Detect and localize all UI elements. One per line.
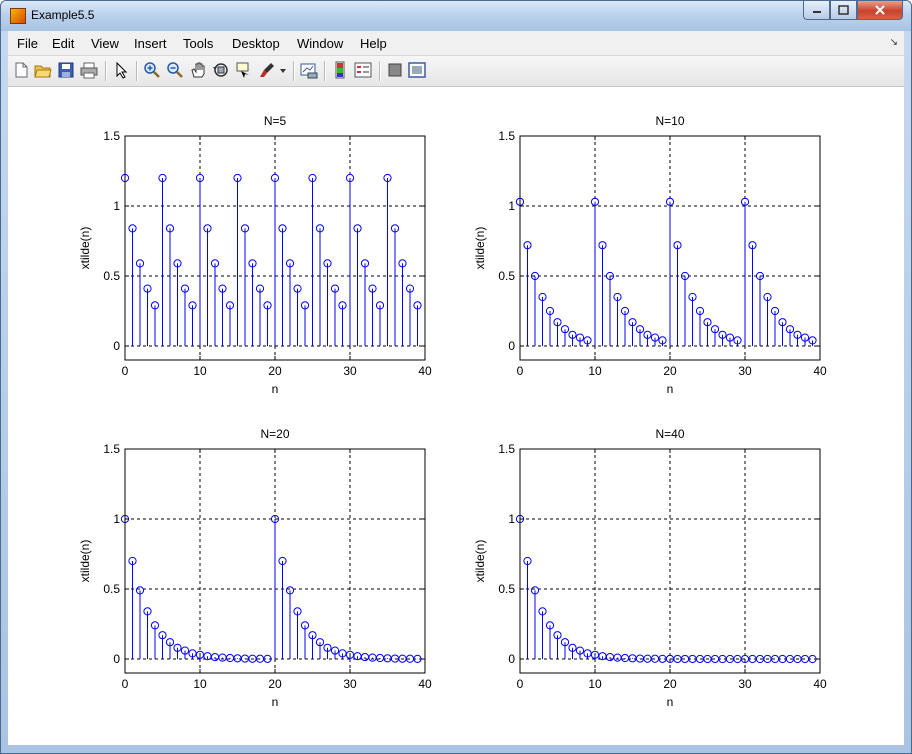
toolbar-separator (136, 61, 138, 81)
subplot-3: 0 10 20 30 40 0 0.5 1 1.5 N=20 n xtilde(n) (78, 427, 432, 709)
y-tick-label: 0.5 (103, 582, 120, 596)
subplot-1: 0 10 20 30 40 0 0.5 1 1.5 N=5 n xtilde(n) (78, 114, 432, 396)
x-tick-label: 40 (813, 364, 827, 378)
x-tick-label: 20 (663, 677, 677, 691)
plot-area: 0 10 20 30 4000.511.5N=5nxtilde(n)0 10 20 30 400… (78, 114, 827, 709)
show-plot-tools-icon[interactable] (408, 61, 426, 79)
x-tick-label: 0 (517, 364, 524, 378)
menu-desktop[interactable]: Desktop (232, 36, 280, 51)
link-plot-icon[interactable] (300, 61, 318, 79)
x-tick-label: 10 (193, 364, 207, 378)
y-tick-label: 0.5 (498, 582, 515, 596)
brush-dropdown-icon[interactable] (278, 61, 288, 79)
x-axis-label: n (272, 382, 279, 396)
figure-window: Example5.5 File Edit View Insert Tools D… (0, 0, 912, 754)
toolbar-separator (379, 61, 381, 81)
menu-tools[interactable]: Tools (183, 36, 213, 51)
x-tick-label: 40 (418, 364, 432, 378)
y-tick-label: 1 (508, 512, 515, 526)
open-file-icon[interactable] (34, 61, 52, 79)
y-tick-label: 0 (113, 339, 120, 353)
x-tick-label: 30 (738, 364, 752, 378)
new-figure-icon[interactable] (12, 61, 30, 79)
data-cursor-icon[interactable] (235, 61, 253, 79)
toolbar-separator (324, 61, 326, 81)
x-tick-label: 0 (122, 364, 129, 378)
x-tick-label: 40 (813, 677, 827, 691)
subplot-2: 0 10 20 30 40 0 0.5 1 1.5 N=10 n xtilde(n) (473, 114, 827, 396)
subplot-title: N=10 (655, 114, 684, 128)
y-tick-label: 0.5 (103, 269, 120, 283)
save-icon[interactable] (57, 61, 75, 79)
zoom-out-icon[interactable] (166, 61, 184, 79)
x-axis-label: n (272, 695, 279, 709)
x-tick-label: 0 (122, 677, 129, 691)
menu-help[interactable]: Help (360, 36, 387, 51)
menu-bar: File Edit View Insert Tools Desktop Wind… (8, 31, 904, 56)
insert-legend-icon[interactable] (354, 61, 372, 79)
y-axis-label: xtilde(n) (78, 540, 92, 583)
y-tick-label: 0 (508, 652, 515, 666)
y-tick-label: 1.5 (498, 129, 515, 143)
x-tick-label: 20 (268, 364, 282, 378)
title-bar[interactable]: Example5.5 (1, 1, 911, 31)
x-tick-label: 20 (663, 364, 677, 378)
x-axis-label: n (667, 382, 674, 396)
x-tick-label: 30 (343, 677, 357, 691)
y-tick-label: 0 (508, 339, 515, 353)
subplot-title: N=40 (655, 427, 684, 441)
toolbar-separator (293, 61, 295, 81)
subplot-title: N=20 (260, 427, 289, 441)
x-tick-label: 0 (517, 677, 524, 691)
y-tick-label: 1 (113, 512, 120, 526)
toolbar-separator (105, 61, 107, 81)
y-tick-label: 1.5 (103, 129, 120, 143)
menu-insert[interactable]: Insert (134, 36, 167, 51)
menu-view[interactable]: View (91, 36, 119, 51)
x-tick-label: 10 (193, 677, 207, 691)
zoom-in-icon[interactable] (143, 61, 161, 79)
maximize-button[interactable] (830, 1, 857, 20)
y-tick-label: 0.5 (498, 269, 515, 283)
subplot-title: N=5 (264, 114, 287, 128)
menu-file[interactable]: File (17, 36, 38, 51)
hide-plot-tools-icon[interactable] (386, 61, 404, 79)
y-axis-label: xtilde(n) (473, 227, 487, 270)
menu-overflow-icon[interactable]: ↘ (890, 37, 898, 48)
close-button[interactable] (857, 1, 903, 20)
rotate-3d-icon[interactable] (212, 61, 230, 79)
axes-background (520, 449, 820, 673)
figure-toolbar (8, 56, 904, 87)
brush-icon[interactable] (258, 61, 276, 79)
minimize-icon (812, 11, 821, 13)
pan-hand-icon[interactable] (189, 61, 207, 79)
y-tick-label: 0 (113, 652, 120, 666)
window-title: Example5.5 (31, 8, 95, 22)
insert-colorbar-icon[interactable] (331, 61, 349, 79)
minimize-button[interactable] (803, 1, 830, 20)
menu-window[interactable]: Window (297, 36, 343, 51)
maximize-icon (838, 5, 849, 15)
print-icon[interactable] (80, 61, 98, 79)
x-tick-label: 30 (343, 364, 357, 378)
x-tick-label: 30 (738, 677, 752, 691)
subplot-4: 0 10 20 30 40 0 0.5 1 1.5 N=40 n xtilde(n) (473, 427, 827, 709)
y-tick-label: 1 (113, 199, 120, 213)
x-tick-label: 40 (418, 677, 432, 691)
close-icon (875, 5, 885, 15)
y-tick-label: 1.5 (498, 442, 515, 456)
y-axis-label: xtilde(n) (78, 227, 92, 270)
x-axis-label: n (667, 695, 674, 709)
pointer-icon[interactable] (112, 61, 130, 79)
matlab-icon (10, 8, 26, 24)
x-tick-label: 10 (588, 364, 602, 378)
menu-edit[interactable]: Edit (52, 36, 74, 51)
figure-canvas: 0 10 20 30 40 0 0.5 1 1.5 N=5 n xtilde(n) 0 10 20 30 40 0… (8, 87, 904, 745)
y-tick-label: 1.5 (103, 442, 120, 456)
x-tick-label: 20 (268, 677, 282, 691)
x-tick-label: 10 (588, 677, 602, 691)
y-axis-label: xtilde(n) (473, 540, 487, 583)
y-tick-label: 1 (508, 199, 515, 213)
